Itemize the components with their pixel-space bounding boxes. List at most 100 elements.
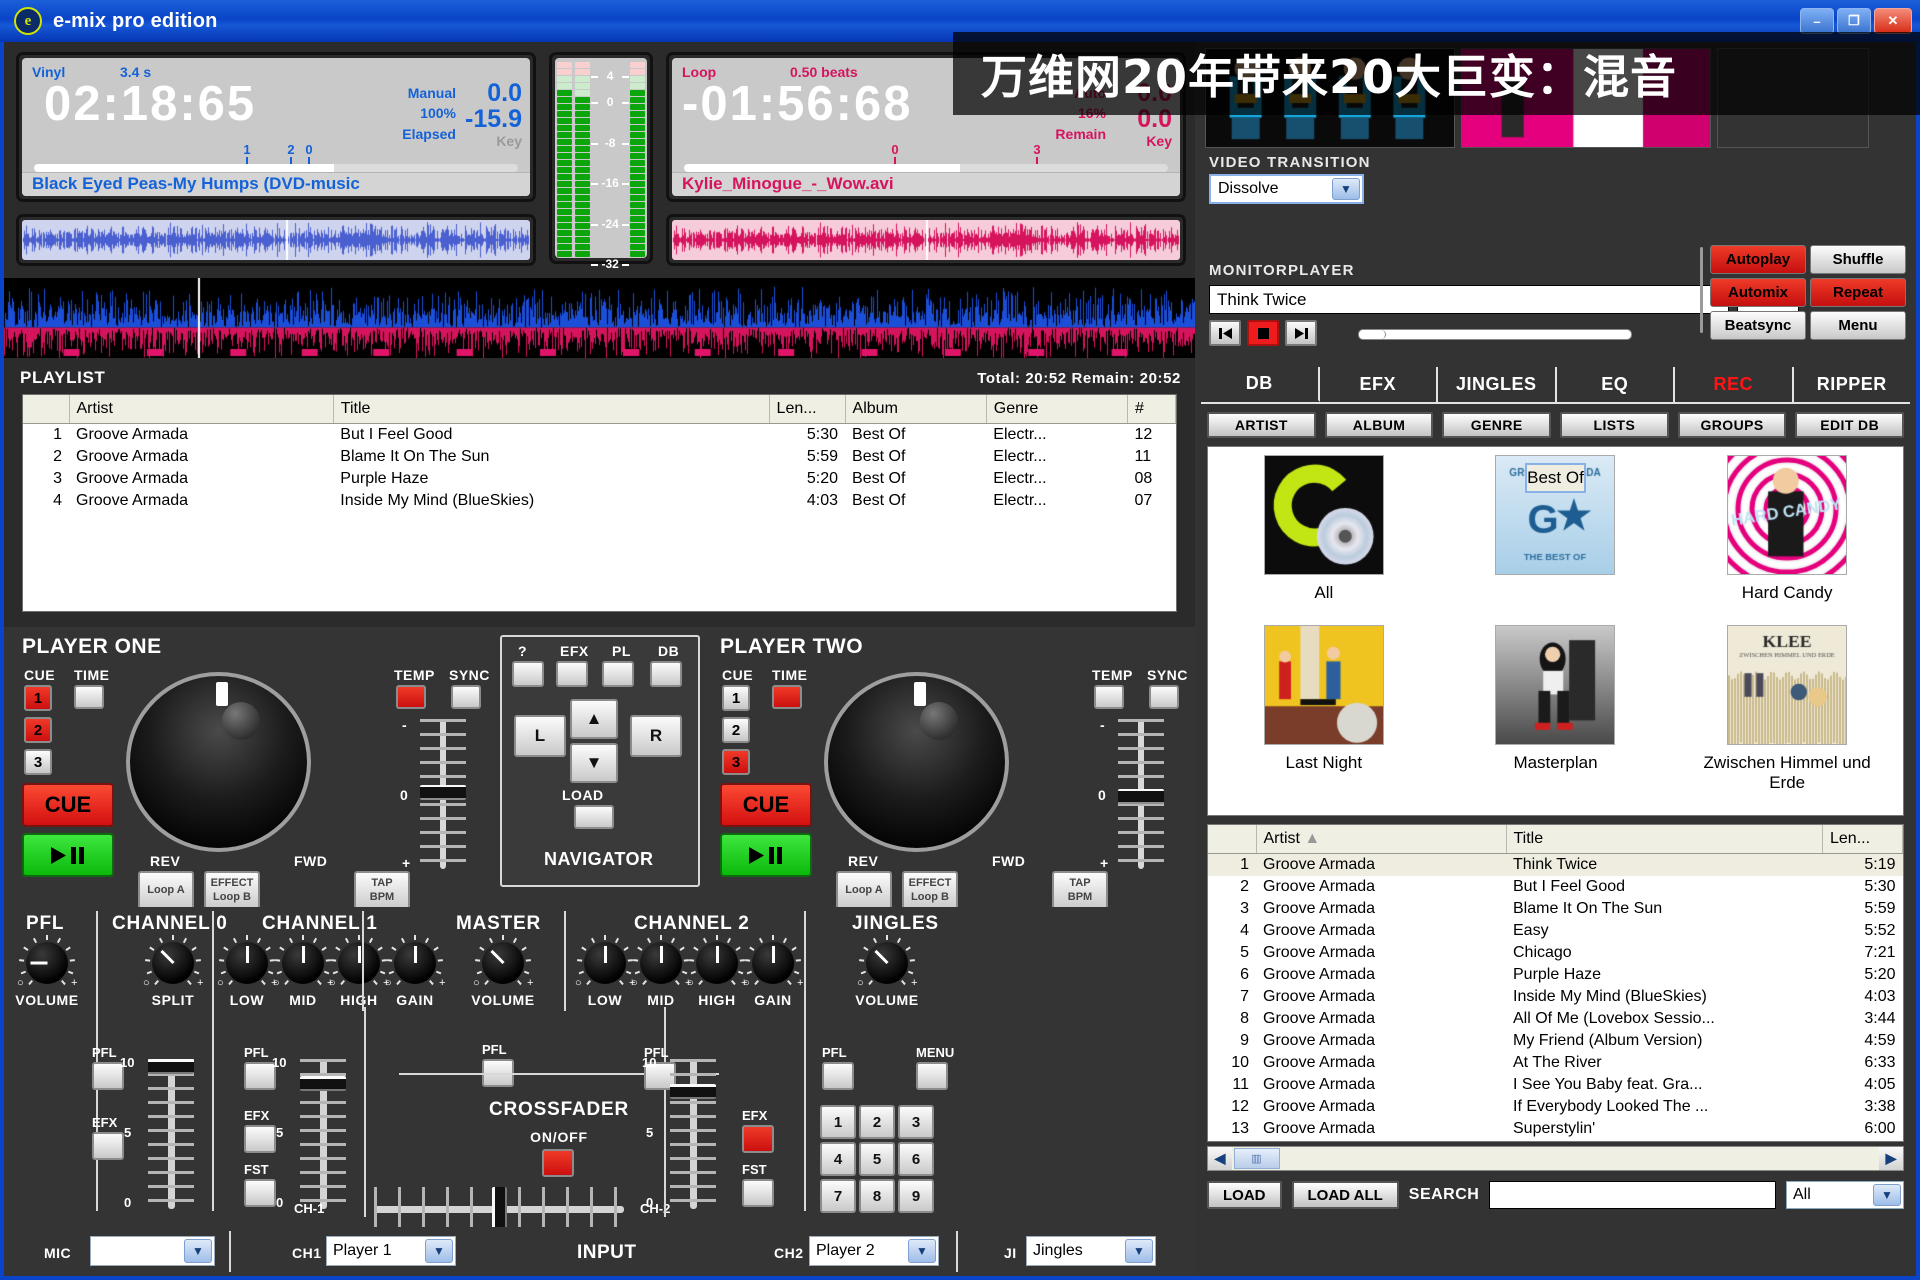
load-button[interactable]: LOAD xyxy=(1207,1181,1282,1209)
channel2-fader[interactable] xyxy=(666,1059,720,1209)
search-filter-select[interactable]: All ▼ xyxy=(1786,1181,1904,1209)
jingles-pfl-button[interactable] xyxy=(822,1062,854,1090)
jingle-key-1[interactable]: 1 xyxy=(820,1105,856,1139)
channel2-efx-button[interactable] xyxy=(742,1125,774,1153)
db-col-Artist[interactable]: Artist ▲ xyxy=(1256,825,1506,854)
playlist-col-Title[interactable]: Title xyxy=(333,395,769,424)
crossfader-fader[interactable] xyxy=(374,1185,624,1233)
player-one-sync-button[interactable] xyxy=(451,685,481,709)
chevron-left-icon[interactable]: ◀ xyxy=(1208,1147,1232,1170)
player-two-cue-button[interactable]: CUE xyxy=(720,783,812,827)
chevron-down-icon[interactable]: ▼ xyxy=(1125,1239,1153,1263)
deck-b-progress[interactable] xyxy=(684,164,1168,172)
player-two-cue-3[interactable]: 3 xyxy=(722,749,750,775)
playlist-row[interactable]: 4Groove ArmadaInside My Mind (BlueSkies)… xyxy=(23,490,1176,512)
player-two-cue-2[interactable]: 2 xyxy=(722,717,750,743)
player-two-sync-button[interactable] xyxy=(1149,685,1179,709)
channel1-gain-knob[interactable] xyxy=(394,942,436,984)
jingle-key-4[interactable]: 4 xyxy=(820,1142,856,1176)
database-row[interactable]: 4Groove ArmadaEasy5:52 xyxy=(1208,920,1903,942)
playlist-col-#[interactable]: # xyxy=(1128,395,1176,424)
player-two-tap-bpm-button[interactable]: TAP BPM xyxy=(1052,871,1108,911)
player-two-jog-wheel[interactable] xyxy=(824,672,1009,852)
jingles-input-select[interactable]: Jingles ▼ xyxy=(1026,1236,1156,1266)
chevron-down-icon[interactable]: ▼ xyxy=(1873,1184,1901,1206)
database-row[interactable]: 5Groove ArmadaChicago7:21 xyxy=(1208,942,1903,964)
filter-lists-button[interactable]: LISTS xyxy=(1560,412,1669,438)
transport-shuffle-button[interactable]: Shuffle xyxy=(1810,245,1906,274)
skip-next-icon[interactable] xyxy=(1285,320,1317,346)
database-row[interactable]: 9Groove ArmadaMy Friend (Album Version)4… xyxy=(1208,1030,1903,1052)
channel0-efx-button[interactable] xyxy=(92,1132,124,1160)
chevron-down-icon[interactable]: ▼ xyxy=(908,1239,936,1263)
player-one-jog-wheel[interactable] xyxy=(126,672,311,852)
db-col-num[interactable] xyxy=(1208,825,1256,854)
jingle-key-8[interactable]: 8 xyxy=(859,1179,895,1213)
horizontal-scrollbar[interactable]: ◀ ▥ ▶ xyxy=(1207,1146,1904,1171)
arrow-down-icon[interactable]: ▼ xyxy=(570,743,618,783)
player-two-time-button[interactable] xyxy=(772,685,802,709)
database-row[interactable]: 1Groove ArmadaThink Twice5:19 xyxy=(1208,854,1903,877)
transport-repeat-button[interactable]: Repeat xyxy=(1810,278,1906,307)
channel1-low-knob[interactable] xyxy=(226,942,268,984)
ch1-input-select[interactable]: Player 1 ▼ xyxy=(326,1236,456,1266)
filter-album-button[interactable]: ALBUM xyxy=(1325,412,1434,438)
tab-ripper[interactable]: RIPPER xyxy=(1794,367,1911,402)
db-col-Len...[interactable]: Len... xyxy=(1823,825,1903,854)
player-one-cue-button[interactable]: CUE xyxy=(22,783,114,827)
pfl-volume-knob[interactable] xyxy=(26,942,68,984)
tab-db[interactable]: DB xyxy=(1201,367,1320,402)
skip-previous-icon[interactable] xyxy=(1209,320,1241,346)
player-one-cue-3[interactable]: 3 xyxy=(24,749,52,775)
playlist-row[interactable]: 2Groove ArmadaBlame It On The Sun5:59Bes… xyxy=(23,446,1176,468)
crossfader-onoff-button[interactable] xyxy=(542,1149,574,1177)
tab-jingles[interactable]: JINGLES xyxy=(1438,367,1557,402)
jingle-key-9[interactable]: 9 xyxy=(898,1179,934,1213)
chevron-down-icon[interactable]: ▼ xyxy=(1332,178,1360,200)
playlist-col-Len...[interactable]: Len... xyxy=(769,395,845,424)
database-row[interactable]: 2Groove ArmadaBut I Feel Good5:30 xyxy=(1208,876,1903,898)
close-button[interactable]: ✕ xyxy=(1874,8,1912,34)
navigator-load-button[interactable] xyxy=(574,805,614,829)
mic-input-select[interactable]: ▼ xyxy=(90,1236,215,1266)
database-row[interactable]: 8Groove ArmadaAll Of Me (Lovebox Sessio.… xyxy=(1208,1008,1903,1030)
player-one-time-button[interactable] xyxy=(74,685,104,709)
filter-artist-button[interactable]: ARTIST xyxy=(1207,412,1316,438)
transport-menu-button[interactable]: Menu xyxy=(1810,311,1906,340)
player-one-temp-button[interactable] xyxy=(396,685,426,709)
filter-edit-db-button[interactable]: EDIT DB xyxy=(1795,412,1904,438)
channel2-mid-knob[interactable] xyxy=(640,942,682,984)
channel1-fst-button[interactable] xyxy=(244,1179,276,1207)
album-cover-all-discs[interactable] xyxy=(1264,455,1384,575)
waveform-overview[interactable] xyxy=(4,278,1195,358)
channel1-mid-knob[interactable] xyxy=(282,942,324,984)
channel2-gain-knob[interactable] xyxy=(752,942,794,984)
transport-automix-button[interactable]: Automix xyxy=(1710,278,1806,307)
playlist-col-Album[interactable]: Album xyxy=(845,395,986,424)
player-one-cue-1[interactable]: 1 xyxy=(24,685,52,711)
album-cell[interactable]: Zwischen Himmel und Erde xyxy=(1671,625,1903,815)
album-cover-masterplan[interactable] xyxy=(1495,625,1615,745)
filter-groups-button[interactable]: GROUPS xyxy=(1678,412,1787,438)
tab-efx[interactable]: EFX xyxy=(1320,367,1439,402)
album-cell[interactable]: Masterplan xyxy=(1440,625,1672,815)
scrollbar-thumb[interactable]: ▥ xyxy=(1234,1148,1280,1169)
player-two-effect-loop-b-button[interactable]: EFFECT Loop B xyxy=(902,871,958,911)
arrow-up-icon[interactable]: ▲ xyxy=(570,699,618,739)
playlist-row[interactable]: 3Groove ArmadaPurple Haze5:20Best OfElec… xyxy=(23,468,1176,490)
filter-genre-button[interactable]: GENRE xyxy=(1442,412,1551,438)
master-volume-knob[interactable] xyxy=(482,942,524,984)
playlist-col-Artist[interactable]: Artist xyxy=(69,395,333,424)
player-one-effect-loop-b-button[interactable]: EFFECT Loop B xyxy=(204,871,260,911)
playlist-row[interactable]: 1Groove ArmadaBut I Feel Good5:30Best Of… xyxy=(23,424,1176,447)
jingles-menu-button[interactable] xyxy=(916,1062,948,1090)
database-row[interactable]: 3Groove ArmadaBlame It On The Sun5:59 xyxy=(1208,898,1903,920)
channel1-fader[interactable] xyxy=(296,1059,350,1209)
player-one-play-pause-button[interactable] xyxy=(22,833,114,877)
album-cell[interactable]: Hard Candy xyxy=(1671,455,1903,625)
maximize-button[interactable]: ❐ xyxy=(1837,8,1871,34)
channel2-fst-button[interactable] xyxy=(742,1179,774,1207)
player-two-temp-button[interactable] xyxy=(1094,685,1124,709)
navigator-help-button[interactable] xyxy=(512,661,544,687)
player-two-cue-1[interactable]: 1 xyxy=(722,685,750,711)
